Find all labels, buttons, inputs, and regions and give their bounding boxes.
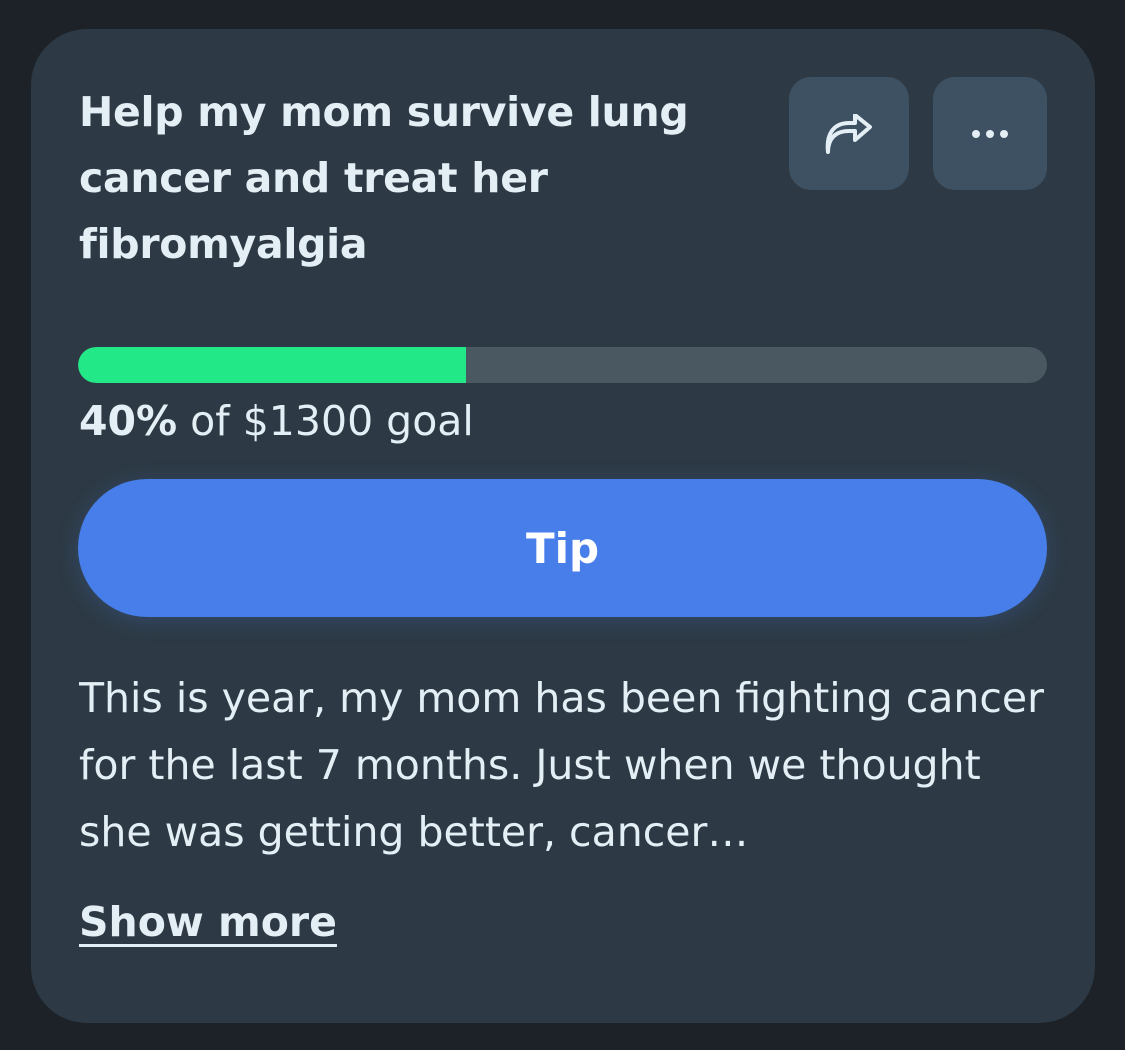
campaign-description: This is year, my mom has been fighting c… [79,674,1044,856]
show-more-link[interactable]: Show more [79,894,337,950]
share-arrow-icon [825,113,872,154]
goal-amount-text: of $1300 goal [177,397,474,445]
more-horizontal-icon [972,129,1008,138]
progress-percent: 40% [79,397,178,445]
progress-bar [78,347,1047,383]
campaign-title: Help my mom survive lung cancer and trea… [79,88,689,268]
more-options-button[interactable] [933,77,1047,190]
progress-fill [78,347,466,383]
share-button[interactable] [789,77,909,190]
tip-button-label: Tip [525,523,600,573]
goal-progress-text: 40% of $1300 goal [79,393,474,449]
fundraiser-card: Help my mom survive lung cancer and trea… [31,29,1095,1023]
tip-button[interactable]: Tip [78,479,1047,617]
